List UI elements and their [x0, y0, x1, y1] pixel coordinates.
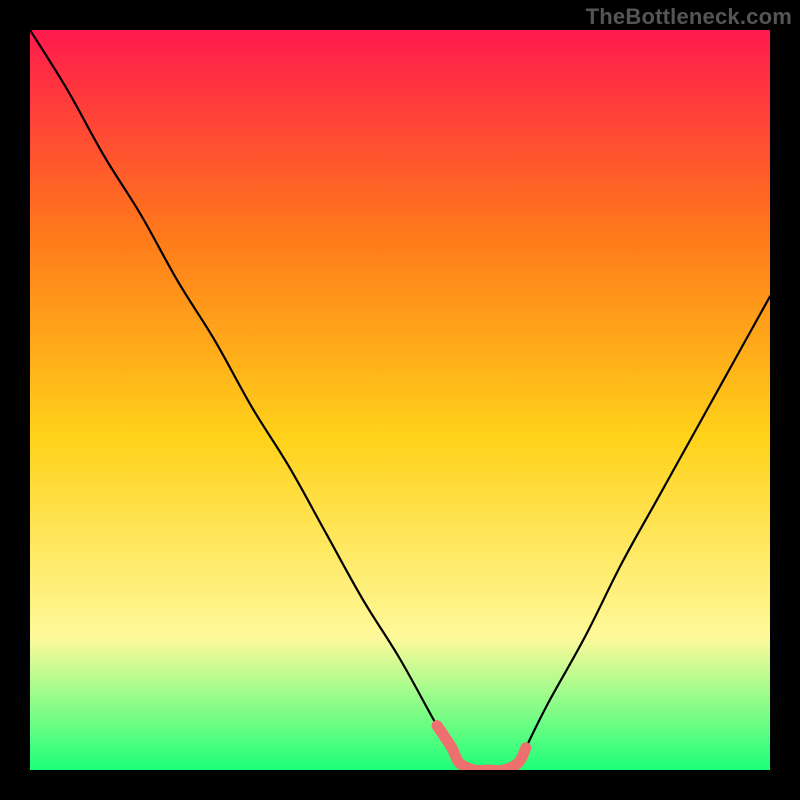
plot-area — [30, 30, 770, 770]
chart-frame: TheBottleneck.com — [0, 0, 800, 800]
bottleneck-chart — [30, 30, 770, 770]
watermark-text: TheBottleneck.com — [586, 4, 792, 30]
